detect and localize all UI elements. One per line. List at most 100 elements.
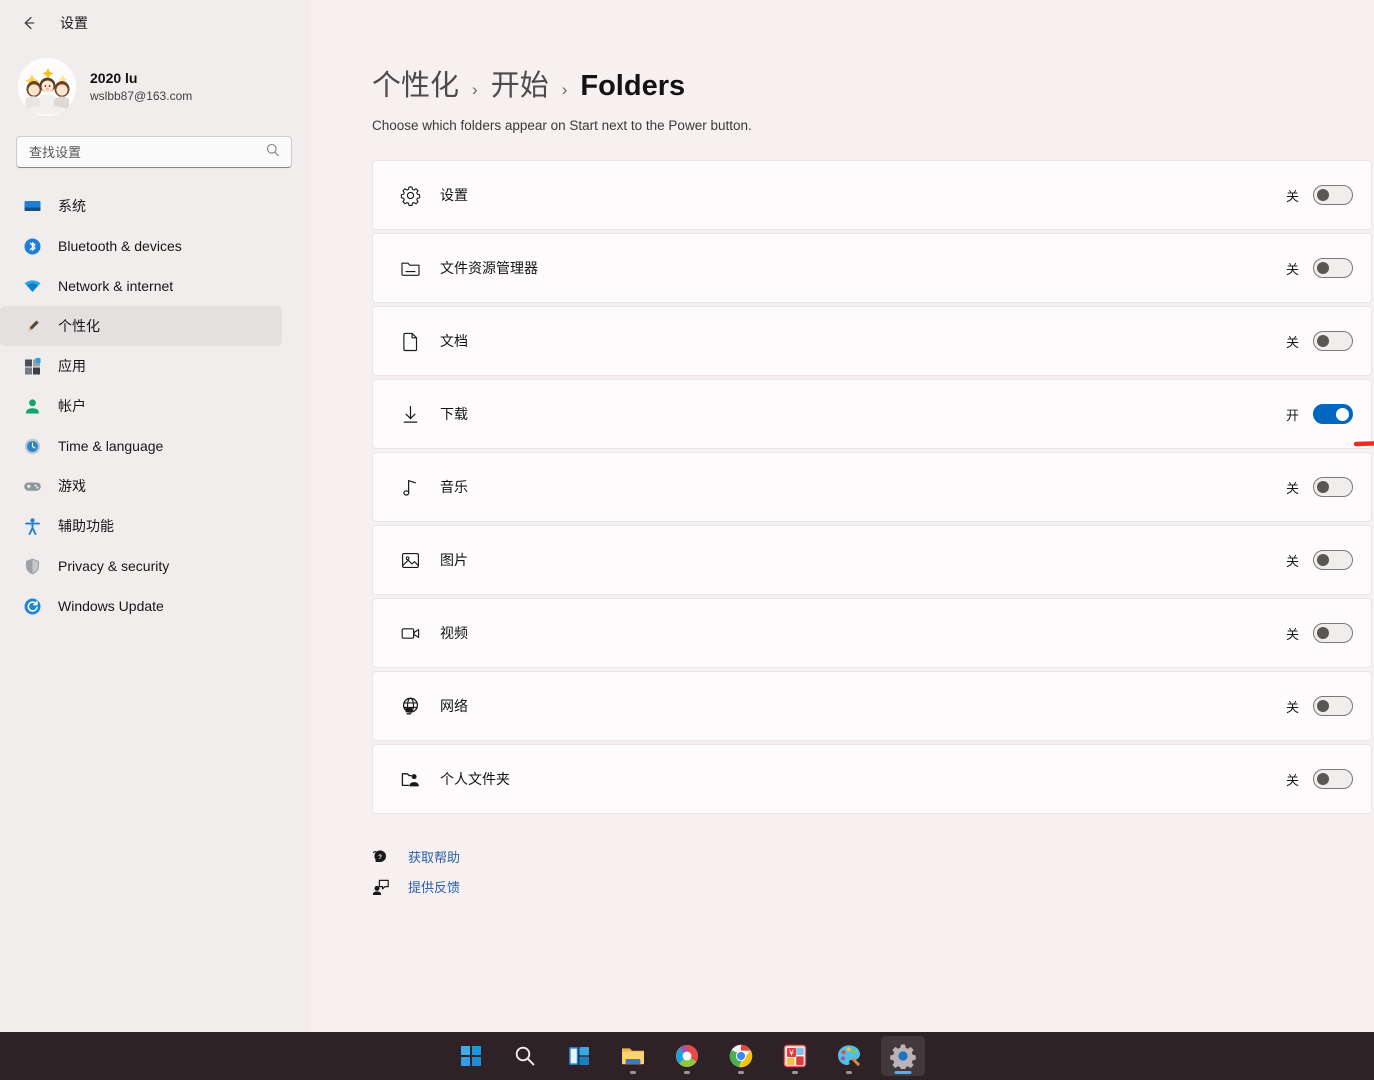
wifi-icon <box>22 276 42 296</box>
toggle-state-label: 关 <box>1285 553 1299 569</box>
sidebar-item-windows-update[interactable]: Windows Update <box>0 586 282 626</box>
sidebar-item-bluetooth-devices[interactable]: Bluetooth & devices <box>0 226 282 266</box>
folder-row-music[interactable]: 音乐 关 <box>372 452 1372 522</box>
toggle-state-label: 关 <box>1285 699 1299 715</box>
breadcrumb-item-start[interactable]: 开始 <box>491 62 549 104</box>
settings-button[interactable] <box>881 1036 925 1076</box>
search-icon <box>515 1046 535 1066</box>
monitor-icon <box>22 196 42 216</box>
account-card[interactable]: 2020 lu wslbb87@163.com <box>0 46 310 126</box>
toggle-state-label: 关 <box>1285 261 1299 277</box>
folder-toggle[interactable] <box>1313 550 1353 570</box>
start-button[interactable] <box>449 1036 493 1076</box>
get-help-link[interactable]: ? 获取帮助 <box>372 847 1374 866</box>
folder-row-documents[interactable]: 文档 关 <box>372 306 1372 376</box>
folder-label: 文件资源管理器 <box>440 260 538 276</box>
bluetooth-icon <box>22 236 42 256</box>
folder-toggle[interactable] <box>1313 696 1353 716</box>
folder-toggle[interactable] <box>1313 477 1353 497</box>
folder-label: 设置 <box>440 187 468 203</box>
folder-label: 文档 <box>440 333 468 349</box>
folder-row-file-explorer[interactable]: 文件资源管理器 关 <box>372 233 1372 303</box>
document-icon <box>399 330 421 352</box>
search-icon <box>265 142 281 163</box>
feedback-icon <box>372 878 390 896</box>
search-button[interactable] <box>503 1036 547 1076</box>
avatar-illustration-icon <box>18 58 76 116</box>
page-description: Choose which folders appear on Start nex… <box>372 118 752 133</box>
sidebar-item-network-internet[interactable]: Network & internet <box>0 266 282 306</box>
clock-icon <box>22 436 42 456</box>
folder-toggle[interactable] <box>1313 185 1353 205</box>
folder-toggle[interactable] <box>1313 404 1353 424</box>
folder-toggle[interactable] <box>1313 769 1353 789</box>
toggle-state-label: 关 <box>1285 188 1299 204</box>
video-camera-icon <box>399 622 421 644</box>
task-view-icon <box>569 1047 589 1065</box>
gamepad-icon <box>22 476 42 496</box>
sidebar-item-label: Windows Update <box>58 598 164 614</box>
folder-row-videos[interactable]: 视频 关 <box>372 598 1372 668</box>
folder-row-pictures[interactable]: 图片 关 <box>372 525 1372 595</box>
task-view-button[interactable] <box>557 1036 601 1076</box>
apps-icon <box>22 356 42 376</box>
breadcrumb-item-personalization[interactable]: 个性化 <box>372 62 459 104</box>
folder-list: 设置 关 文件资源管理器 关 文档 关 下载 开 音乐 关 图片 关 视频 关 … <box>372 160 1372 814</box>
sidebar-item-accounts[interactable]: 帐户 <box>0 386 282 426</box>
get-help-label: 获取帮助 <box>408 850 461 865</box>
breadcrumb-separator: › <box>561 80 568 99</box>
sidebar-item-apps[interactable]: 应用 <box>0 346 282 386</box>
back-arrow-icon <box>24 16 35 30</box>
paintbrush-icon <box>22 316 42 336</box>
folder-toggle[interactable] <box>1313 331 1353 351</box>
chrome-icon <box>729 1044 753 1068</box>
account-name: 2020 lu <box>90 70 138 87</box>
folder-toggle[interactable] <box>1313 258 1353 278</box>
search-box[interactable] <box>16 136 292 168</box>
sidebar: 设置 2020 lu wslbb87@163.com 查找设置 系统 Bluet… <box>0 0 310 1032</box>
folder-label: 音乐 <box>440 479 468 495</box>
sidebar-item-system[interactable]: 系统 <box>0 186 282 226</box>
sidebar-item-time-language[interactable]: Time & language <box>0 426 282 466</box>
toggle-state-label: 关 <box>1285 772 1299 788</box>
sidebar-item-label: 游戏 <box>58 478 86 494</box>
svg-text:¥: ¥ <box>788 1048 794 1057</box>
search-input[interactable] <box>29 144 265 160</box>
sidebar-item-label: 辅助功能 <box>58 518 114 534</box>
folder-label: 个人文件夹 <box>440 771 510 787</box>
folder-row-network[interactable]: 网络 关 <box>372 671 1372 741</box>
give-feedback-link[interactable]: 提供反馈 <box>372 877 1374 896</box>
toggle-state-label: 开 <box>1285 407 1299 423</box>
paint-palette-icon <box>838 1045 860 1067</box>
personal-folder-icon <box>399 768 421 790</box>
back-button[interactable] <box>14 8 44 38</box>
folder-row-settings[interactable]: 设置 关 <box>372 160 1372 230</box>
paint-button[interactable] <box>827 1036 871 1076</box>
folder-icon <box>399 257 421 279</box>
title-bar: 设置 <box>0 0 310 46</box>
running-indicator <box>738 1071 744 1074</box>
running-indicator <box>684 1071 690 1074</box>
chrome-button[interactable] <box>719 1036 763 1076</box>
finance-app-button[interactable]: ¥ <box>773 1036 817 1076</box>
footer-links: ? 获取帮助 提供反馈 <box>372 847 1374 896</box>
active-indicator <box>894 1071 912 1074</box>
accessibility-icon <box>22 516 42 536</box>
folder-toggle[interactable] <box>1313 623 1353 643</box>
svg-text:?: ? <box>378 854 382 861</box>
settings-window: 设置 2020 lu wslbb87@163.com 查找设置 系统 Bluet… <box>0 0 1374 1080</box>
running-indicator <box>846 1071 852 1074</box>
sidebar-item-personalization[interactable]: 个性化 <box>0 306 282 346</box>
folder-row-personal-folder[interactable]: 个人文件夹 关 <box>372 744 1372 814</box>
toggle-state-label: 关 <box>1285 480 1299 496</box>
window-title: 设置 <box>60 15 88 31</box>
folder-label: 下载 <box>440 406 468 422</box>
sidebar-item-privacy-security[interactable]: Privacy & security <box>0 546 282 586</box>
folder-row-downloads[interactable]: 下载 开 <box>372 379 1372 449</box>
browser-button[interactable] <box>665 1036 709 1076</box>
sidebar-item-label: Bluetooth & devices <box>58 238 182 254</box>
sidebar-item-gaming[interactable]: 游戏 <box>0 466 282 506</box>
sidebar-item-accessibility[interactable]: 辅助功能 <box>0 506 282 546</box>
file-explorer-button[interactable] <box>611 1036 655 1076</box>
breadcrumb: 个性化 › 开始 › Folders <box>372 62 1374 104</box>
